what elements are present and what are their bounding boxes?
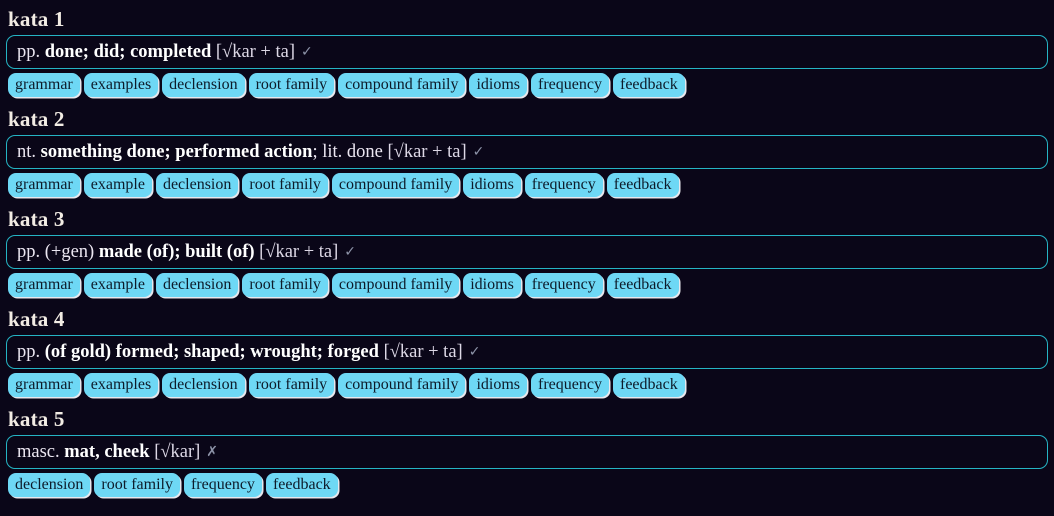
definition-box[interactable]: nt. something done; performed action; li…	[6, 135, 1048, 169]
badge-grammar[interactable]: grammar	[8, 173, 80, 197]
badge-compound-family[interactable]: compound family	[338, 373, 466, 397]
entry-title: kata 1	[8, 7, 65, 31]
badge-frequency[interactable]: frequency	[183, 473, 262, 497]
entry-title: kata 5	[8, 407, 65, 431]
definition-meaning: done; did; completed	[44, 42, 212, 62]
badge-frequency[interactable]: frequency	[531, 373, 609, 397]
badge-root-family[interactable]: root family	[242, 173, 328, 197]
badge-root-family[interactable]: root family	[94, 473, 180, 497]
check-icon: ✓	[472, 144, 485, 160]
definition-extra: ; lit. done	[312, 142, 383, 162]
dictionary-entry: kata 4 pp. (of gold) formed; shaped; wrou…	[6, 303, 1048, 401]
part-of-speech: pp.	[17, 342, 41, 362]
badge-feedback[interactable]: feedback	[265, 473, 338, 497]
badge-declension[interactable]: declension	[155, 173, 239, 197]
badge-compound-family[interactable]: compound family	[331, 273, 460, 297]
entry-title: kata 4	[8, 307, 65, 331]
definition-box[interactable]: pp. done; did; completed [√kar + ta] ✓	[6, 35, 1048, 69]
entry-badge-row: grammar examples declension root family comp…	[6, 373, 1048, 401]
root-construction: [√kar + ta]	[387, 142, 467, 162]
badge-declension[interactable]: declension	[162, 73, 245, 97]
entry-badge-row: grammar example declension root family compo…	[6, 273, 1048, 301]
dictionary-entry: kata 3 pp. (+gen) made (of); built (of) […	[6, 203, 1048, 301]
badge-idioms[interactable]: idioms	[469, 73, 528, 97]
badge-root-family[interactable]: root family	[242, 273, 328, 297]
badge-idioms[interactable]: idioms	[469, 373, 528, 397]
definition-text: nt. something done; performed action; li…	[17, 142, 484, 162]
definition-box[interactable]: masc. mat, cheek [√kar] ✗	[6, 435, 1048, 469]
root-construction: [√kar + ta]	[383, 342, 463, 362]
badge-feedback[interactable]: feedback	[612, 373, 685, 397]
badge-feedback[interactable]: feedback	[612, 73, 685, 97]
dictionary-entry: kata 5 masc. mat, cheek [√kar] ✗ declension…	[6, 403, 1048, 501]
entry-badge-row: grammar example declension root family compo…	[6, 173, 1048, 201]
badge-declension[interactable]: declension	[8, 473, 91, 497]
badge-feedback[interactable]: feedback	[606, 273, 679, 297]
badge-compound-family[interactable]: compound family	[331, 173, 460, 197]
badge-root-family[interactable]: root family	[248, 73, 335, 97]
badge-grammar[interactable]: grammar	[8, 73, 80, 97]
definition-meaning: made (of); built (of)	[98, 242, 255, 262]
part-of-speech: pp.	[17, 42, 41, 62]
badge-example[interactable]: example	[83, 273, 152, 297]
dictionary-entry: kata 1 pp. done; did; completed [√kar + t…	[6, 3, 1048, 101]
badge-frequency[interactable]: frequency	[531, 73, 609, 97]
part-of-speech: pp. (+gen)	[17, 242, 95, 262]
definition-text: masc. mat, cheek [√kar] ✗	[17, 442, 218, 462]
check-icon: ✓	[344, 244, 357, 260]
badge-example[interactable]: example	[83, 173, 152, 197]
definition-meaning: something done; performed action	[40, 142, 313, 162]
entry-title: kata 2	[8, 107, 65, 131]
badge-root-family[interactable]: root family	[248, 373, 335, 397]
badge-grammar[interactable]: grammar	[8, 273, 80, 297]
badge-grammar[interactable]: grammar	[8, 373, 80, 397]
badge-declension[interactable]: declension	[162, 373, 245, 397]
definition-text: pp. done; did; completed [√kar + ta] ✓	[17, 42, 313, 62]
part-of-speech: masc.	[17, 442, 60, 462]
definition-meaning: mat, cheek	[64, 442, 150, 462]
definition-text: pp. (of gold) formed; shaped; wrought; f…	[17, 342, 480, 362]
badge-idioms[interactable]: idioms	[463, 173, 521, 197]
badge-examples[interactable]: examples	[83, 73, 159, 97]
check-icon: ✓	[468, 344, 481, 360]
definition-box[interactable]: pp. (+gen) made (of); built (of) [√kar +…	[6, 235, 1048, 269]
entry-badge-row: grammar examples declension root family comp…	[6, 73, 1048, 101]
badge-compound-family[interactable]: compound family	[338, 73, 466, 97]
definition-text: pp. (+gen) made (of); built (of) [√kar +…	[17, 242, 356, 262]
badge-feedback[interactable]: feedback	[606, 173, 679, 197]
definition-meaning: (of gold) formed; shaped; wrought; forge…	[44, 342, 379, 362]
root-construction: [√kar + ta]	[215, 42, 296, 62]
cross-icon: ✗	[206, 444, 219, 460]
badge-idioms[interactable]: idioms	[463, 273, 521, 297]
dictionary-entry: kata 2 nt. something done; performed acti…	[6, 103, 1048, 201]
root-construction: [√kar + ta]	[259, 242, 339, 262]
part-of-speech: nt.	[17, 142, 37, 162]
dictionary-results-page: kata 1 pp. done; did; completed [√kar + t…	[0, 0, 1054, 516]
badge-declension[interactable]: declension	[155, 273, 239, 297]
entry-title: kata 3	[8, 207, 65, 231]
badge-frequency[interactable]: frequency	[524, 173, 603, 197]
entry-badge-row: declension root family frequency feedback	[6, 473, 1048, 501]
badge-frequency[interactable]: frequency	[524, 273, 603, 297]
badge-examples[interactable]: examples	[83, 373, 159, 397]
check-icon: ✓	[301, 44, 313, 60]
root-construction: [√kar]	[154, 442, 201, 462]
definition-box[interactable]: pp. (of gold) formed; shaped; wrought; f…	[6, 335, 1048, 369]
